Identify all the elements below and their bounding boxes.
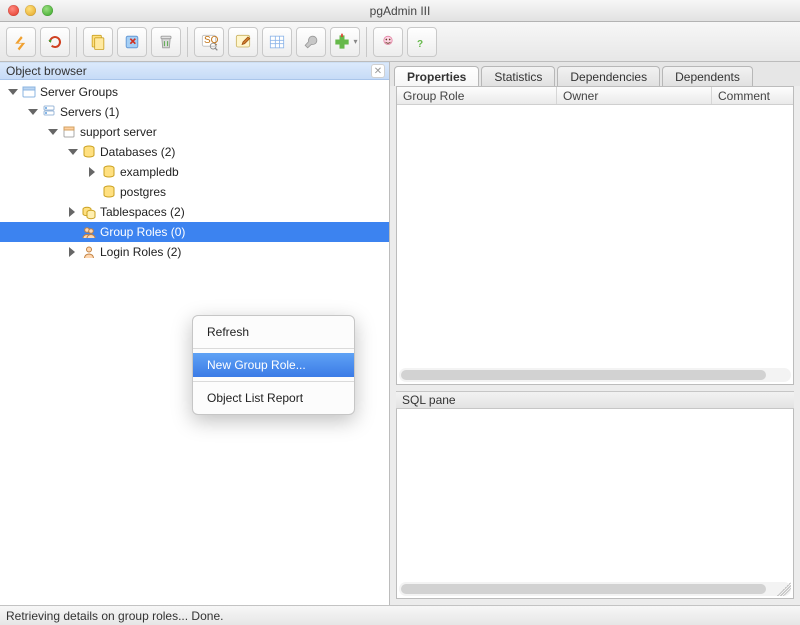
- tab-properties[interactable]: Properties: [394, 66, 479, 86]
- tree-servers[interactable]: Servers (1): [0, 102, 389, 122]
- detail-tabs: Properties Statistics Dependencies Depen…: [390, 62, 800, 86]
- tree-label: Databases (2): [100, 145, 175, 159]
- object-browser-pane: Object browser ✕ Server Groups Servers (…: [0, 62, 390, 605]
- scrollbar-thumb[interactable]: [401, 584, 766, 594]
- guru-hints-button[interactable]: [373, 27, 403, 57]
- window-title: pgAdmin III: [0, 4, 800, 18]
- tree-exampledb[interactable]: exampledb: [0, 162, 389, 182]
- properties-box: Group Role Owner Comment: [396, 86, 794, 385]
- tree-label: Login Roles (2): [100, 245, 181, 259]
- tree-label: Servers (1): [60, 105, 119, 119]
- status-text: Retrieving details on group roles... Don…: [6, 609, 223, 623]
- status-bar: Retrieving details on group roles... Don…: [0, 605, 800, 625]
- tree-postgres[interactable]: postgres: [0, 182, 389, 202]
- expand-toggle-icon[interactable]: [66, 246, 79, 259]
- horizontal-scrollbar[interactable]: [399, 582, 791, 596]
- properties-body: [397, 105, 793, 384]
- tree-label: Server Groups: [40, 85, 118, 99]
- login-roles-icon: [81, 244, 97, 260]
- expand-toggle-icon[interactable]: [66, 146, 79, 159]
- expand-toggle-icon[interactable]: [26, 106, 39, 119]
- group-roles-icon: [81, 224, 97, 240]
- view-data-button[interactable]: [262, 27, 292, 57]
- svg-text:?: ?: [417, 39, 423, 50]
- ctx-new-group-role[interactable]: New Group Role...: [193, 353, 354, 377]
- expand-toggle-icon[interactable]: [66, 206, 79, 219]
- server-icon: [61, 124, 77, 140]
- drop-button[interactable]: [117, 27, 147, 57]
- ctx-object-list-report[interactable]: Object List Report: [193, 386, 354, 410]
- tree-label: Group Roles (0): [100, 225, 185, 239]
- tab-statistics[interactable]: Statistics: [481, 66, 555, 86]
- close-pane-button[interactable]: ✕: [371, 64, 385, 78]
- database-icon: [101, 184, 117, 200]
- tree-databases[interactable]: Databases (2): [0, 142, 389, 162]
- tab-dependents[interactable]: Dependents: [662, 66, 753, 86]
- server-group-icon: [21, 84, 37, 100]
- tree-label: postgres: [120, 185, 166, 199]
- tree-label: support server: [80, 125, 157, 139]
- scrollbar-thumb[interactable]: [401, 370, 766, 380]
- tab-dependencies[interactable]: Dependencies: [557, 66, 660, 86]
- context-menu: Refresh New Group Role... Object List Re…: [192, 315, 355, 415]
- tree-server-groups[interactable]: Server Groups: [0, 82, 389, 102]
- expand-toggle-icon[interactable]: [6, 86, 19, 99]
- databases-icon: [81, 144, 97, 160]
- main-toolbar: SQL ▾ ?: [0, 22, 800, 62]
- object-browser-title: Object browser: [6, 64, 87, 78]
- trash-button[interactable]: [151, 27, 181, 57]
- col-comment[interactable]: Comment: [712, 87, 793, 104]
- expand-toggle-icon[interactable]: [86, 166, 99, 179]
- refresh-button[interactable]: [40, 27, 70, 57]
- col-group-role[interactable]: Group Role: [397, 87, 557, 104]
- plugins-button[interactable]: ▾: [330, 27, 360, 57]
- tree-label: exampledb: [120, 165, 179, 179]
- tree-support-server[interactable]: support server: [0, 122, 389, 142]
- tree-login-roles[interactable]: Login Roles (2): [0, 242, 389, 262]
- tree-group-roles[interactable]: Group Roles (0): [0, 222, 389, 242]
- sql-button[interactable]: SQL: [194, 27, 224, 57]
- horizontal-scrollbar[interactable]: [399, 368, 791, 382]
- database-icon: [101, 164, 117, 180]
- maintenance-button[interactable]: [296, 27, 326, 57]
- detail-pane: Properties Statistics Dependencies Depen…: [390, 62, 800, 605]
- ctx-separator: [193, 348, 354, 349]
- sql-pane[interactable]: [396, 409, 794, 599]
- query-tool-button[interactable]: [228, 27, 258, 57]
- object-browser-header: Object browser ✕: [0, 62, 389, 80]
- window-titlebar: pgAdmin III: [0, 0, 800, 22]
- col-owner[interactable]: Owner: [557, 87, 712, 104]
- servers-icon: [41, 104, 57, 120]
- help-button[interactable]: ?: [407, 27, 437, 57]
- tree-label: Tablespaces (2): [100, 205, 185, 219]
- tablespace-icon: [81, 204, 97, 220]
- tree-tablespaces[interactable]: Tablespaces (2): [0, 202, 389, 222]
- properties-button[interactable]: [83, 27, 113, 57]
- ctx-separator: [193, 381, 354, 382]
- sql-pane-header: SQL pane: [396, 391, 794, 409]
- resize-grip-icon[interactable]: [777, 582, 791, 596]
- connect-button[interactable]: [6, 27, 36, 57]
- properties-column-headers: Group Role Owner Comment: [397, 87, 793, 105]
- expand-toggle-icon[interactable]: [46, 126, 59, 139]
- ctx-refresh[interactable]: Refresh: [193, 320, 354, 344]
